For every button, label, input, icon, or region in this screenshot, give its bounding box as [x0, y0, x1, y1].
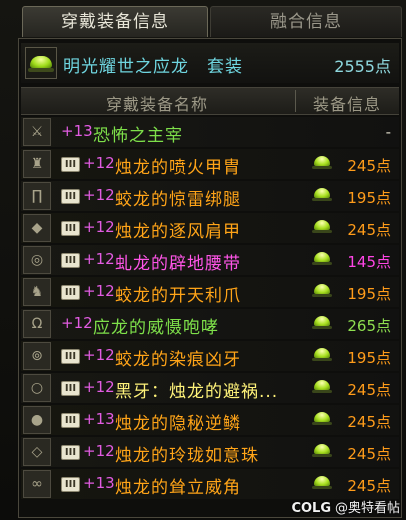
boots-icon[interactable]: ♞ [23, 278, 51, 306]
item-points: 195点 [347, 285, 391, 303]
set-slot [25, 47, 57, 79]
equipment-row[interactable]: ◇ III +12 烛龙的玲珑如意珠 245点 [21, 437, 399, 467]
enhance-level: +12 [83, 378, 115, 396]
enhance-level: +13 [83, 410, 115, 428]
tab-worn-equipment[interactable]: 穿戴装备信息 [22, 6, 208, 37]
item-points: 265点 [347, 317, 391, 335]
set-points: 2555点 [334, 57, 391, 76]
item-name: 烛龙的喷火甲胄 [115, 158, 241, 178]
belt-icon[interactable]: ◎ [23, 246, 51, 274]
shoulder-icon[interactable]: ◆ [23, 214, 51, 242]
enhance-level: +12 [83, 218, 115, 236]
item-name: 蛟龙的染痕凶牙 [115, 350, 241, 370]
item-points: 195点 [347, 189, 391, 207]
item-points: 245点 [347, 381, 391, 399]
enhance-level: +13 [83, 474, 115, 492]
equipment-row[interactable]: ⊚ III +12 蛟龙的染痕凶牙 195点 [21, 341, 399, 371]
green-dome-gem-icon [312, 252, 332, 268]
item-points: - [385, 123, 391, 141]
green-dome-gem-icon [312, 156, 332, 172]
column-divider [295, 90, 296, 112]
chest-armor-icon[interactable]: ♜ [23, 150, 51, 178]
sword-icon[interactable]: ⚔ [23, 118, 51, 146]
item-name: 烛龙的玲珑如意珠 [115, 446, 259, 466]
enhance-level: +12 [61, 314, 93, 332]
equipment-row[interactable]: ◆ III +12 烛龙的逐风肩甲 245点 [21, 213, 399, 243]
grade-badge-icon: III [61, 189, 80, 204]
grade-badge-icon: III [61, 445, 80, 460]
watermark-text: @奥特看帖 [334, 501, 400, 516]
subweapon-icon[interactable]: ● [23, 406, 51, 434]
tab-fusion-info[interactable]: 融合信息 [210, 6, 402, 37]
green-dome-gem-icon [312, 188, 332, 204]
item-points: 195点 [347, 349, 391, 367]
item-name: 恐怖之主宰 [93, 126, 183, 146]
equipment-row[interactable]: ∏ III +12 蛟龙的惊雷绑腿 195点 [21, 181, 399, 211]
column-header-info: 装备信息 [312, 95, 381, 114]
grade-badge-icon: III [61, 285, 80, 300]
tab-bar: 穿戴装备信息 融合信息 [22, 6, 402, 38]
grade-badge-icon: III [61, 253, 80, 268]
green-dome-gem-icon [312, 476, 332, 492]
bracelet-icon[interactable]: ⊚ [23, 342, 51, 370]
item-name: 应龙的威慑咆哮 [93, 318, 219, 338]
green-dome-gem-icon [312, 412, 332, 428]
set-summary-row[interactable]: 明光耀世之应龙 套装 2555点 [21, 43, 399, 83]
column-header-name: 穿戴装备名称 [105, 95, 208, 114]
green-dome-gem-icon [312, 284, 332, 300]
item-points: 245点 [347, 221, 391, 239]
pants-icon[interactable]: ∏ [23, 182, 51, 210]
enhance-level: +12 [83, 250, 115, 268]
equipment-list: ⚔ +13 恐怖之主宰 - ♜ III +12 烛龙的喷火甲胄 245点 ∏ III +12 蛟龙的惊雷… [21, 117, 399, 501]
green-dome-gem-icon [312, 444, 332, 460]
item-name: 蛟龙的开天利爪 [115, 286, 241, 306]
equipment-row[interactable]: ◎ III +12 虬龙的辟地腰带 145点 [21, 245, 399, 275]
equipment-row[interactable]: ∞ III +13 烛龙的耸立威角 245点 [21, 469, 399, 499]
item-name: 烛龙的耸立威角 [115, 478, 241, 498]
item-name: 烛龙的隐秘逆鳞 [115, 414, 241, 434]
grade-badge-icon: III [61, 477, 80, 492]
equipment-row[interactable]: ♞ III +12 蛟龙的开天利爪 195点 [21, 277, 399, 307]
item-name: 蛟龙的惊雷绑腿 [115, 190, 241, 210]
enhance-level: +12 [83, 282, 115, 300]
item-points: 245点 [347, 445, 391, 463]
item-points: 245点 [347, 477, 391, 495]
enhance-level: +12 [83, 442, 115, 460]
equipment-row[interactable]: Ω +12 应龙的威慑咆哮 265点 [21, 309, 399, 339]
watermark: COLG @奥特看帖 [291, 497, 400, 516]
gem-jewel-icon[interactable]: ◇ [23, 438, 51, 466]
item-name: 虬龙的辟地腰带 [115, 254, 241, 274]
equipment-row[interactable]: ○ III +12 黑牙：烛龙的避祸... 245点 [21, 373, 399, 403]
grade-badge-icon: III [61, 157, 80, 172]
equipment-row[interactable]: ⚔ +13 恐怖之主宰 - [21, 117, 399, 147]
green-dome-gem-icon [312, 316, 332, 332]
grade-badge-icon: III [61, 349, 80, 364]
list-header: 穿戴装备名称 装备信息 [21, 87, 399, 115]
colg-logo: COLG [291, 501, 331, 516]
equipment-window: 穿戴装备信息 融合信息 明光耀世之应龙 套装 2555点 穿戴装备名称 装备信息… [0, 0, 406, 520]
ring-icon[interactable]: ○ [23, 374, 51, 402]
enhance-level: +12 [83, 154, 115, 172]
item-name: 黑牙：烛龙的避祸... [115, 382, 279, 402]
grade-badge-icon: III [61, 381, 80, 396]
grade-badge-icon: III [61, 413, 80, 428]
equipment-panel: 明光耀世之应龙 套装 2555点 穿戴装备名称 装备信息 ⚔ +13 恐怖之主宰 - ♜… [18, 38, 402, 518]
enhance-level: +12 [83, 346, 115, 364]
green-dome-gem-icon [312, 348, 332, 364]
equipment-row[interactable]: ♜ III +12 烛龙的喷火甲胄 245点 [21, 149, 399, 179]
item-points: 245点 [347, 157, 391, 175]
grade-badge-icon: III [61, 221, 80, 236]
item-points: 245点 [347, 413, 391, 431]
green-dome-gem-icon [312, 380, 332, 396]
enhance-level: +13 [61, 122, 93, 140]
item-points: 145点 [347, 253, 391, 271]
earring-icon[interactable]: ∞ [23, 470, 51, 498]
equipment-row[interactable]: ● III +13 烛龙的隐秘逆鳞 245点 [21, 405, 399, 435]
set-name: 明光耀世之应龙 套装 [63, 57, 243, 77]
green-dome-gem-icon [312, 220, 332, 236]
item-name: 烛龙的逐风肩甲 [115, 222, 241, 242]
enhance-level: +12 [83, 186, 115, 204]
necklace-icon[interactable]: Ω [23, 310, 51, 338]
